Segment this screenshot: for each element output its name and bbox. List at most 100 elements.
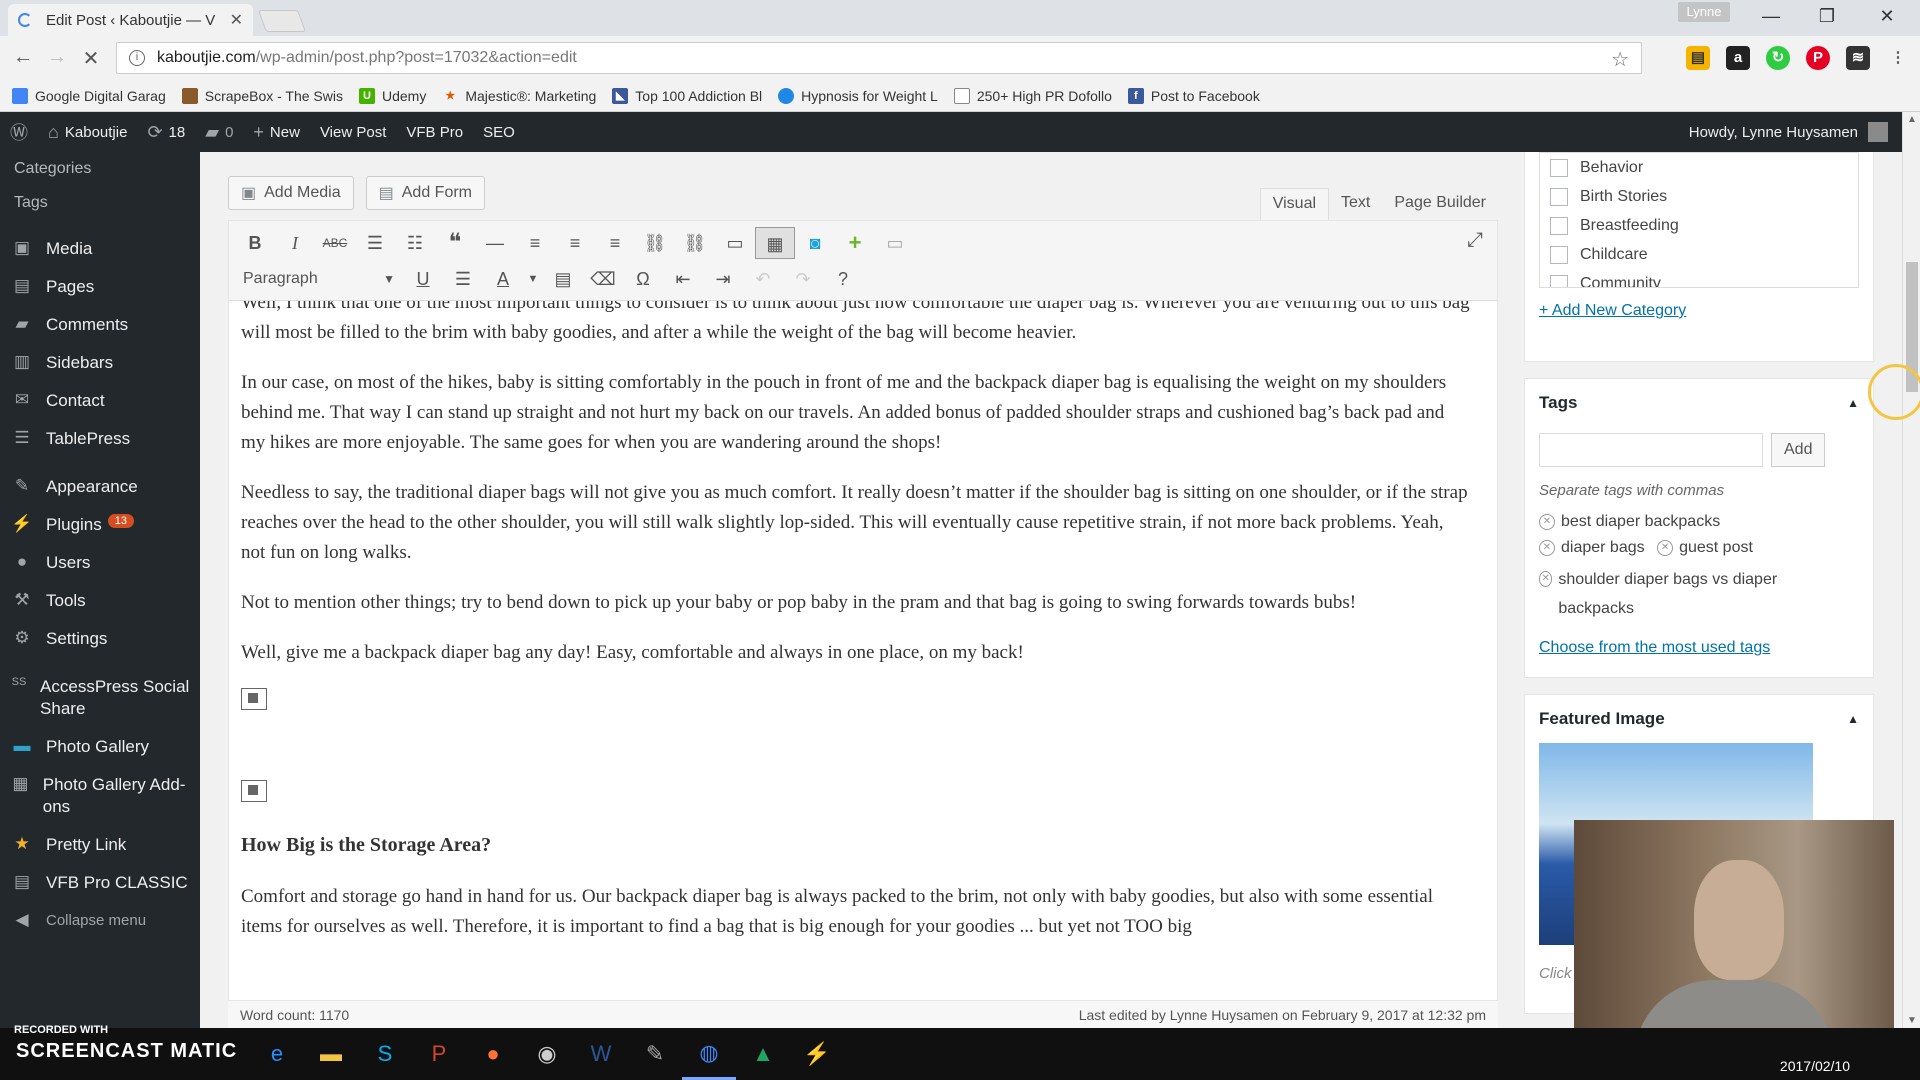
firefox-icon[interactable]: ● bbox=[466, 1028, 520, 1080]
category-item[interactable]: Community bbox=[1550, 269, 1848, 287]
new-content-link[interactable]: + New bbox=[243, 112, 310, 152]
add-new-category-link[interactable]: + Add New Category bbox=[1539, 302, 1686, 319]
fullscreen-icon[interactable]: ⤢ bbox=[1467, 229, 1483, 252]
amazon-extension-icon[interactable]: a bbox=[1726, 46, 1750, 70]
special-character-icon[interactable]: Ω bbox=[623, 263, 663, 295]
sidebar-subitem-tags[interactable]: Tags bbox=[0, 186, 200, 220]
buffer-icon[interactable]: ≋ bbox=[1846, 46, 1870, 70]
read-more-icon[interactable]: ▭ bbox=[715, 227, 755, 259]
minimize-icon[interactable]: — bbox=[1756, 6, 1786, 27]
remove-tag-icon[interactable]: ✕ bbox=[1539, 571, 1553, 587]
scroll-up-icon[interactable]: ▲ bbox=[1907, 114, 1917, 125]
back-icon[interactable]: ← bbox=[8, 46, 38, 69]
outdent-icon[interactable]: ⇤ bbox=[663, 263, 703, 295]
paste-text-icon[interactable]: ▤ bbox=[543, 263, 583, 295]
browser-tab[interactable]: Edit Post ‹ Kaboutjie — V ✕ bbox=[8, 4, 253, 36]
account-menu[interactable]: Howdy, Lynne Huysamen bbox=[1689, 112, 1888, 152]
sidebar-item-comments[interactable]: ▰ Comments bbox=[0, 306, 200, 344]
plus-shortcode-icon[interactable]: + bbox=[835, 227, 875, 259]
tab-close-icon[interactable]: ✕ bbox=[230, 10, 243, 30]
clear-formatting-icon[interactable]: ⌫ bbox=[583, 263, 623, 295]
close-window-icon[interactable]: ✕ bbox=[1872, 6, 1902, 27]
new-tab-button[interactable] bbox=[257, 10, 307, 32]
collapse-menu-button[interactable]: ◀ Collapse menu bbox=[0, 902, 200, 940]
remove-tag-icon[interactable]: ✕ bbox=[1539, 514, 1555, 530]
bookmark-item[interactable]: U Udemy bbox=[359, 87, 426, 104]
unlink-icon[interactable]: ⛓ bbox=[675, 227, 715, 259]
indent-icon[interactable]: ⇥ bbox=[703, 263, 743, 295]
editor-content[interactable]: Well, I think that one of the most impor… bbox=[241, 301, 1471, 991]
help-icon[interactable]: ? bbox=[823, 263, 863, 295]
color-dropdown-icon[interactable]: ▼ bbox=[523, 263, 543, 295]
powerpoint-icon[interactable]: P bbox=[412, 1028, 466, 1080]
bookmark-item[interactable]: f Post to Facebook bbox=[1127, 87, 1260, 104]
tag-input[interactable] bbox=[1539, 433, 1763, 467]
sidebar-item-sidebars[interactable]: ▥ Sidebars bbox=[0, 344, 200, 382]
sidebar-subitem-categories[interactable]: Categories bbox=[0, 152, 200, 186]
profile-badge[interactable]: Lynne bbox=[1678, 2, 1730, 22]
undo-icon[interactable]: ↶ bbox=[743, 263, 783, 295]
green-extension-icon[interactable]: ↻ bbox=[1766, 46, 1790, 70]
sidebar-item-users[interactable]: ● Users bbox=[0, 544, 200, 582]
checkbox[interactable] bbox=[1550, 245, 1568, 264]
updates-link[interactable]: ⟳ 18 bbox=[137, 112, 195, 152]
strikethrough-icon[interactable]: ABC bbox=[315, 227, 355, 259]
justify-icon[interactable]: ☰ bbox=[443, 263, 483, 295]
video-embed-icon[interactable] bbox=[241, 688, 267, 710]
checkbox[interactable] bbox=[1550, 187, 1568, 206]
collapse-arrow-icon[interactable]: ▲ bbox=[1847, 396, 1859, 410]
link-icon[interactable]: ⛓ bbox=[635, 227, 675, 259]
view-post-link[interactable]: View Post bbox=[310, 112, 396, 152]
tab-text[interactable]: Text bbox=[1329, 188, 1382, 220]
format-select[interactable]: Paragraph ▼ bbox=[235, 264, 395, 294]
pinterest-icon[interactable]: P bbox=[1806, 46, 1830, 70]
chrome-icon[interactable]: ◍ bbox=[682, 1028, 736, 1080]
bookmark-item[interactable]: ◣ Top 100 Addiction Bl bbox=[612, 87, 762, 104]
horizontal-rule-icon[interactable]: — bbox=[475, 227, 515, 259]
insert-icon[interactable]: ▭ bbox=[875, 227, 915, 259]
file-explorer-icon[interactable]: ▬ bbox=[304, 1028, 358, 1080]
sidebar-item-photo-gallery-addons[interactable]: ▦ Photo Gallery Add-ons bbox=[0, 766, 200, 826]
camera-icon[interactable]: ◙ bbox=[795, 227, 835, 259]
scroll-down-icon[interactable]: ▼ bbox=[1907, 1015, 1917, 1026]
underline-icon[interactable]: U bbox=[403, 263, 443, 295]
sidebar-item-pretty-link[interactable]: ★ Pretty Link bbox=[0, 826, 200, 864]
paint-icon[interactable]: ✎ bbox=[628, 1028, 682, 1080]
seo-link[interactable]: SEO bbox=[473, 112, 525, 152]
align-right-icon[interactable]: ≡ bbox=[595, 227, 635, 259]
sidebar-item-vfb-classic[interactable]: ▤ VFB Pro CLASSIC bbox=[0, 864, 200, 902]
lightning-icon[interactable]: ⚡ bbox=[790, 1028, 844, 1080]
toolbar-toggle-icon[interactable]: ▦ bbox=[755, 227, 795, 259]
restore-icon[interactable]: ❐ bbox=[1812, 6, 1842, 27]
align-left-icon[interactable]: ≡ bbox=[515, 227, 555, 259]
remove-tag-icon[interactable]: ✕ bbox=[1539, 540, 1555, 556]
skype-icon[interactable]: S bbox=[358, 1028, 412, 1080]
stop-icon[interactable]: ✕ bbox=[76, 46, 106, 71]
add-media-button[interactable]: ▣ Add Media bbox=[228, 176, 354, 210]
add-form-button[interactable]: ▤ Add Form bbox=[365, 176, 485, 210]
sidebar-item-pages[interactable]: ▤ Pages bbox=[0, 268, 200, 306]
tab-page-builder[interactable]: Page Builder bbox=[1382, 188, 1498, 220]
remove-tag-icon[interactable]: ✕ bbox=[1657, 540, 1674, 556]
video-embed-icon[interactable] bbox=[241, 780, 267, 802]
sidebar-item-contact[interactable]: ✉ Contact bbox=[0, 382, 200, 420]
word-icon[interactable]: W bbox=[574, 1028, 628, 1080]
extension-folder-icon[interactable]: ▤ bbox=[1686, 46, 1710, 70]
category-item[interactable]: Birth Stories bbox=[1550, 182, 1848, 211]
bullet-list-icon[interactable]: ☰ bbox=[355, 227, 395, 259]
comments-link[interactable]: ▰ 0 bbox=[195, 112, 243, 152]
collapse-arrow-icon[interactable]: ▲ bbox=[1847, 712, 1859, 726]
google-drive-icon[interactable]: ▲ bbox=[736, 1028, 790, 1080]
bold-icon[interactable]: B bbox=[235, 227, 275, 259]
bookmark-star-icon[interactable]: ☆ bbox=[1611, 47, 1629, 72]
italic-icon[interactable]: I bbox=[275, 227, 315, 259]
category-item[interactable]: Childcare bbox=[1550, 240, 1848, 269]
category-item[interactable]: Breastfeeding bbox=[1550, 211, 1848, 240]
sidebar-item-accesspress[interactable]: SS AccessPress Social Share bbox=[0, 668, 200, 728]
edge-icon[interactable]: e bbox=[250, 1028, 304, 1080]
media-icon[interactable]: ◉ bbox=[520, 1028, 574, 1080]
chrome-menu-icon[interactable]: ⋮ bbox=[1886, 46, 1910, 70]
url-input[interactable]: i kaboutjie.com/wp-admin/post.php?post=1… bbox=[116, 42, 1642, 74]
sidebar-item-photo-gallery[interactable]: ▬ Photo Gallery bbox=[0, 728, 200, 766]
tags-box-header[interactable]: Tags ▲ bbox=[1525, 379, 1873, 427]
